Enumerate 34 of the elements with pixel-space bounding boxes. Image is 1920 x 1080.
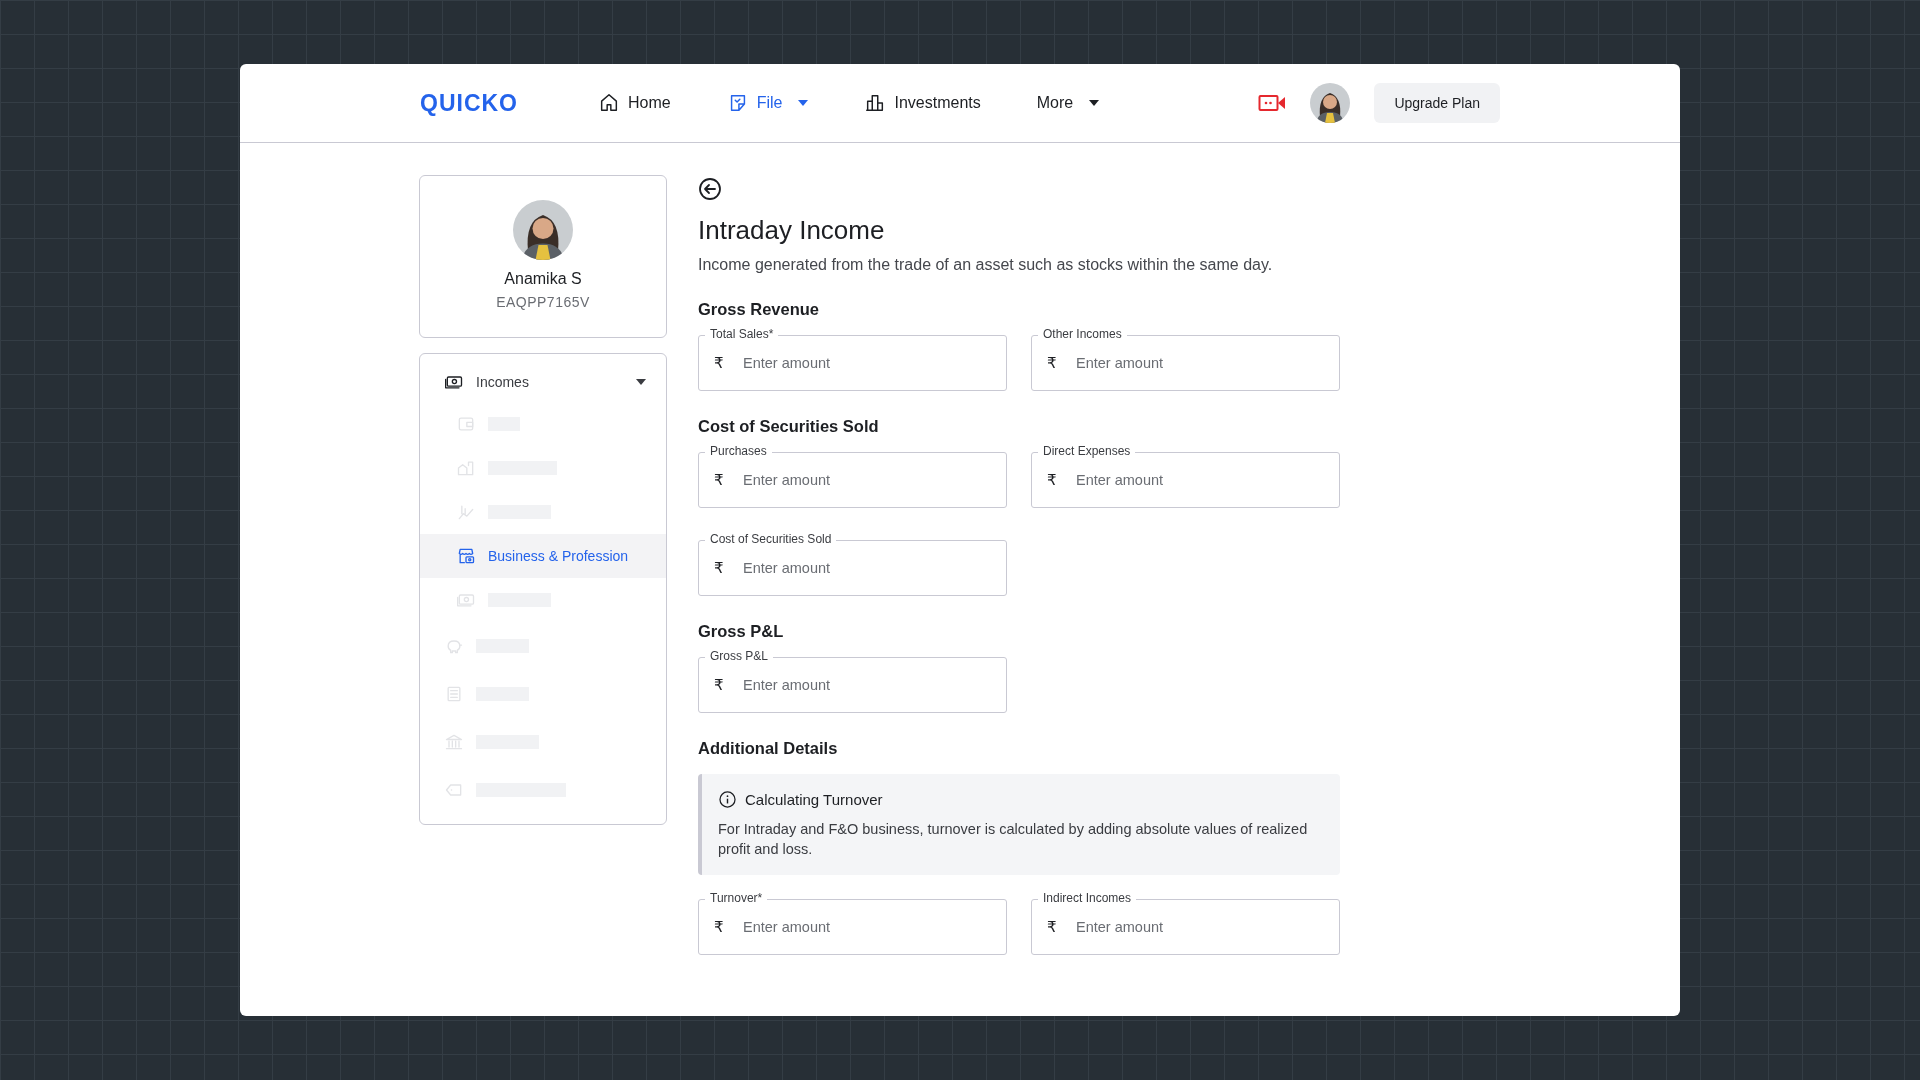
upgrade-plan-button[interactable]: Upgrade Plan bbox=[1374, 83, 1500, 123]
quicko-logo[interactable]: QUICKO bbox=[420, 89, 598, 117]
rupee-symbol: ₹ bbox=[1047, 917, 1057, 937]
page-description: Income generated from the trade of an asset such as stocks within the same day. bbox=[698, 256, 1274, 274]
avatar[interactable] bbox=[1310, 83, 1351, 123]
user-name: Anamika S bbox=[504, 270, 582, 288]
nav-link[interactable]: File bbox=[726, 92, 809, 114]
callout-title: Calculating Turnover bbox=[745, 791, 883, 808]
nav-link[interactable]: Home bbox=[598, 92, 671, 114]
section-heading: Gross P&L bbox=[698, 622, 785, 641]
bank-icon bbox=[444, 732, 464, 752]
page-title: Intraday Income bbox=[698, 215, 886, 246]
avatar bbox=[513, 200, 573, 260]
rupee-symbol: ₹ bbox=[1047, 470, 1057, 490]
shop-icon bbox=[456, 546, 476, 566]
section-heading: Additional Details bbox=[698, 739, 839, 758]
rupee-symbol: ₹ bbox=[714, 558, 724, 578]
rupee-symbol: ₹ bbox=[714, 917, 724, 937]
nav-link[interactable]: Investments bbox=[864, 92, 981, 114]
rupee-symbol: ₹ bbox=[714, 353, 724, 373]
pan-number: EAQPP7165V bbox=[496, 294, 590, 310]
callout-text: For Intraday and F&O business, turnover is calculated by adding absolute values of realized profit and loss. bbox=[718, 820, 1309, 859]
info-icon bbox=[718, 790, 737, 809]
home-icon bbox=[598, 92, 620, 114]
rupee-symbol: ₹ bbox=[1047, 353, 1057, 373]
sidebar-item[interactable]: Incomes bbox=[420, 362, 666, 402]
rupee-symbol: ₹ bbox=[714, 470, 724, 490]
rupee-symbol: ₹ bbox=[714, 675, 724, 695]
video-camera-icon[interactable] bbox=[1258, 93, 1287, 113]
field-label: Direct Expenses bbox=[1038, 444, 1136, 459]
nav-link[interactable]: More bbox=[1036, 94, 1100, 112]
sidebar-item[interactable]: Business & Profession bbox=[420, 534, 666, 578]
section-heading: Gross Revenue bbox=[698, 300, 821, 319]
section-heading: Cost of Securities Sold bbox=[698, 417, 880, 436]
